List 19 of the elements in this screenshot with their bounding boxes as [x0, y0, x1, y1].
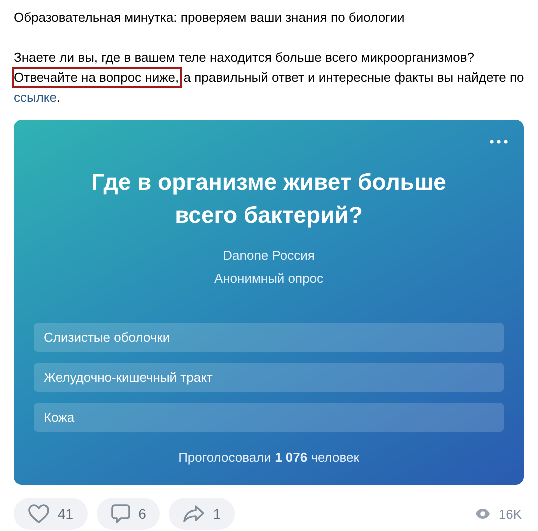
- post-heading: Образовательная минутка: проверяем ваши знания по биологии: [14, 9, 406, 27]
- more-icon: [490, 140, 508, 144]
- poll-title: Где в организме живет больше всего бактерий?: [90, 168, 448, 230]
- share-icon: [183, 505, 206, 523]
- eye-icon: [474, 508, 491, 520]
- poll-type: Анонимный опрос: [214, 270, 324, 288]
- heart-icon: [28, 504, 50, 524]
- link[interactable]: ссылке: [14, 90, 57, 105]
- poll-option[interactable]: Желудочно-кишечный тракт: [34, 363, 504, 392]
- vote-count: Проголосовали 1 076 человек: [178, 450, 360, 465]
- poll-option[interactable]: Кожа: [34, 403, 504, 432]
- comment-icon: [110, 504, 131, 524]
- view-count: 16K: [498, 506, 522, 522]
- comment-button[interactable]: 6: [96, 498, 160, 530]
- like-button[interactable]: 41: [14, 498, 88, 530]
- poll-author: Danone Россия: [223, 247, 315, 265]
- post-text: Знаете ли вы, где в вашем теле находится больше всего микроорганизмов? Отвечайте на вопрос ниже, а правильный ответ и интересные факты вы найдете по ссылке.: [13, 49, 526, 107]
- share-button[interactable]: 1: [169, 498, 236, 530]
- poll-option[interactable]: Слизистые оболочки: [34, 323, 504, 352]
